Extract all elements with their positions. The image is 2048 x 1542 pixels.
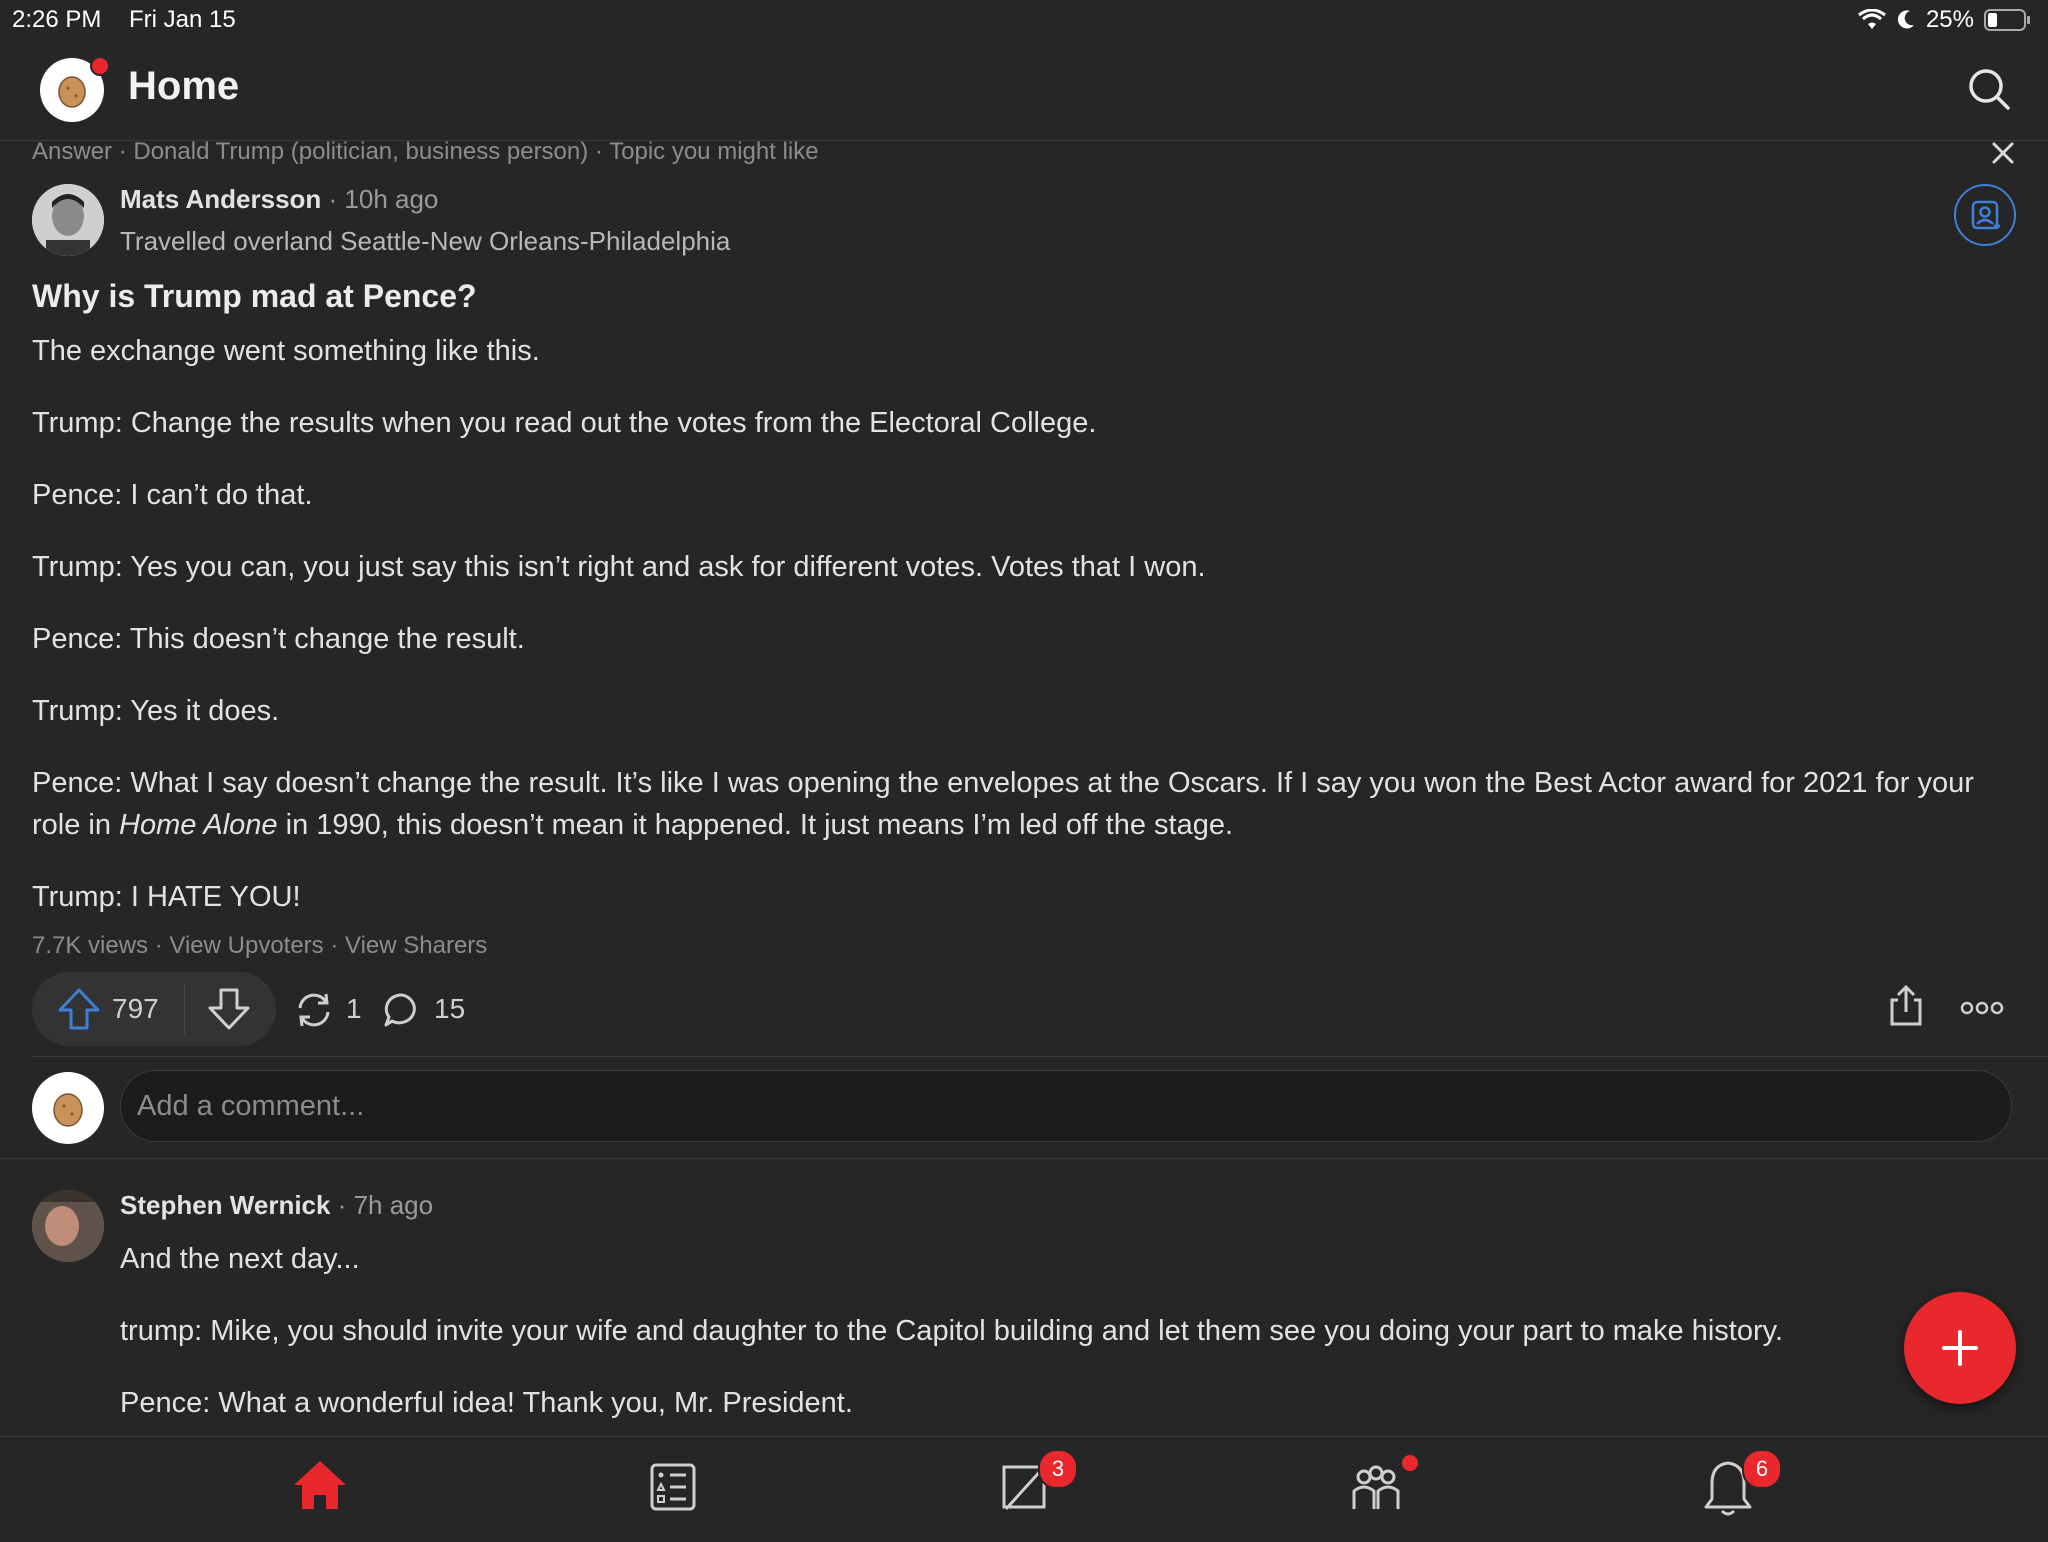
upvote-arrow-icon — [58, 988, 100, 1030]
comment-author-name[interactable]: Stephen Wernick — [120, 1190, 330, 1220]
status-time: 2:26 PM — [12, 6, 102, 33]
status-right: 25% — [1858, 6, 2032, 34]
share-icon — [1890, 984, 1922, 1026]
answer-paragraph: Pence: This doesn’t change the result. — [32, 623, 525, 655]
close-icon — [1992, 142, 2014, 164]
comment-time: · 7h ago — [330, 1190, 434, 1220]
answer-paragraph: Trump: Yes it does. — [32, 695, 280, 727]
more-options-button[interactable] — [1960, 990, 2004, 1031]
search-icon — [1969, 69, 2010, 110]
comment-bubble-icon — [384, 993, 416, 1027]
post-time: · 10h ago — [321, 184, 439, 214]
person-photo-icon — [32, 184, 104, 256]
app-header: Home — [0, 40, 2048, 141]
tab-notifications[interactable]: 6 — [1668, 1437, 1788, 1537]
comment-paragraph: And the next day... — [120, 1243, 360, 1275]
bottom-tab-bar: 3 6 — [0, 1436, 2048, 1537]
potato-logo-icon — [53, 1093, 83, 1127]
answer-paragraph: The exchange went something like this. — [32, 335, 540, 367]
reshare-icon — [298, 993, 330, 1027]
answer-paragraph: Trump: I HATE YOU! — [32, 881, 301, 913]
page-title: Home — [128, 64, 240, 108]
answer-emphasis: Home Alone — [119, 809, 278, 841]
spaces-notification-dot — [1400, 1453, 1420, 1473]
comment-author-line: Stephen Wernick · 7h ago — [120, 1190, 433, 1221]
add-post-button[interactable] — [1904, 1292, 2016, 1404]
comment-body: And the next day... trump: Mike, you sho… — [120, 1238, 1900, 1454]
answer-body: The exchange went something like this. T… — [32, 330, 1992, 948]
status-date: Fri Jan 15 — [129, 6, 236, 33]
section-divider — [0, 1158, 2048, 1159]
tab-home[interactable] — [260, 1437, 380, 1537]
author-line: Mats Andersson · 10h ago — [120, 184, 438, 215]
spaces-people-icon — [1352, 1465, 1400, 1509]
answer-paragraph: Trump: Change the results when you read … — [32, 407, 1097, 439]
notifications-badge: 6 — [1742, 1449, 1782, 1489]
author-credential: Travelled overland Seattle-New Orleans-P… — [120, 226, 731, 256]
reshare-count: 1 — [346, 993, 362, 1024]
more-dots-icon — [1960, 1001, 2004, 1015]
battery-icon — [1984, 9, 2030, 31]
question-title[interactable]: Why is Trump mad at Pence? — [32, 278, 477, 315]
battery-percent: 25% — [1925, 6, 1974, 33]
commenter-avatar[interactable] — [32, 1190, 104, 1262]
profile-notification-dot — [90, 56, 110, 76]
person-photo-icon — [32, 1190, 104, 1262]
comment-paragraph: Pence: What a wonderful idea! Thank you,… — [120, 1387, 853, 1419]
upvote-count: 797 — [112, 993, 159, 1024]
write-badge: 3 — [1038, 1449, 1078, 1489]
wifi-icon — [1858, 9, 1886, 29]
answer-text: in 1990, this doesn’t mean it happened. … — [277, 809, 1234, 841]
comment-count: 15 — [434, 993, 466, 1024]
comment-input[interactable] — [120, 1070, 2012, 1142]
author-name[interactable]: Mats Andersson — [120, 184, 321, 214]
dismiss-button[interactable] — [1986, 136, 2020, 170]
downvote-button[interactable] — [206, 986, 252, 1037]
comment-paragraph: trump: Mike, you should invite your wife… — [120, 1315, 1784, 1347]
downvote-arrow-icon — [208, 988, 250, 1030]
plus-icon — [1942, 1330, 1978, 1366]
vote-divider — [184, 984, 185, 1034]
answer-paragraph: Pence: I can’t do that. — [32, 479, 313, 511]
search-button[interactable] — [1962, 62, 2018, 118]
answer-paragraph: Pence: What I say doesn’t change the res… — [32, 762, 1992, 846]
moon-icon — [1897, 10, 1914, 29]
tab-answer[interactable]: 3 — [964, 1437, 1084, 1537]
post-stats[interactable]: 7.7K views · View Upvoters · View Sharer… — [32, 932, 487, 960]
comments-button[interactable] — [382, 990, 422, 1035]
follow-button[interactable] — [1954, 184, 2016, 246]
answer-paragraph: Trump: Yes you can, you just say this is… — [32, 551, 1206, 583]
tab-following[interactable] — [612, 1437, 732, 1537]
my-avatar — [32, 1072, 104, 1144]
share-reshare-button[interactable] — [292, 988, 336, 1037]
status-bar: 2:26 PM Fri Jan 15 25% — [0, 0, 2048, 40]
upvote-button[interactable] — [56, 986, 102, 1037]
tab-spaces[interactable] — [1316, 1437, 1436, 1537]
post-meta: Answer · Donald Trump (politician, busin… — [32, 138, 819, 165]
section-divider — [32, 1056, 2048, 1057]
share-button[interactable] — [1884, 984, 1928, 1033]
author-avatar[interactable] — [32, 184, 104, 256]
add-person-icon — [1971, 200, 2000, 230]
feed-list-icon — [650, 1463, 696, 1511]
home-icon — [294, 1461, 346, 1509]
